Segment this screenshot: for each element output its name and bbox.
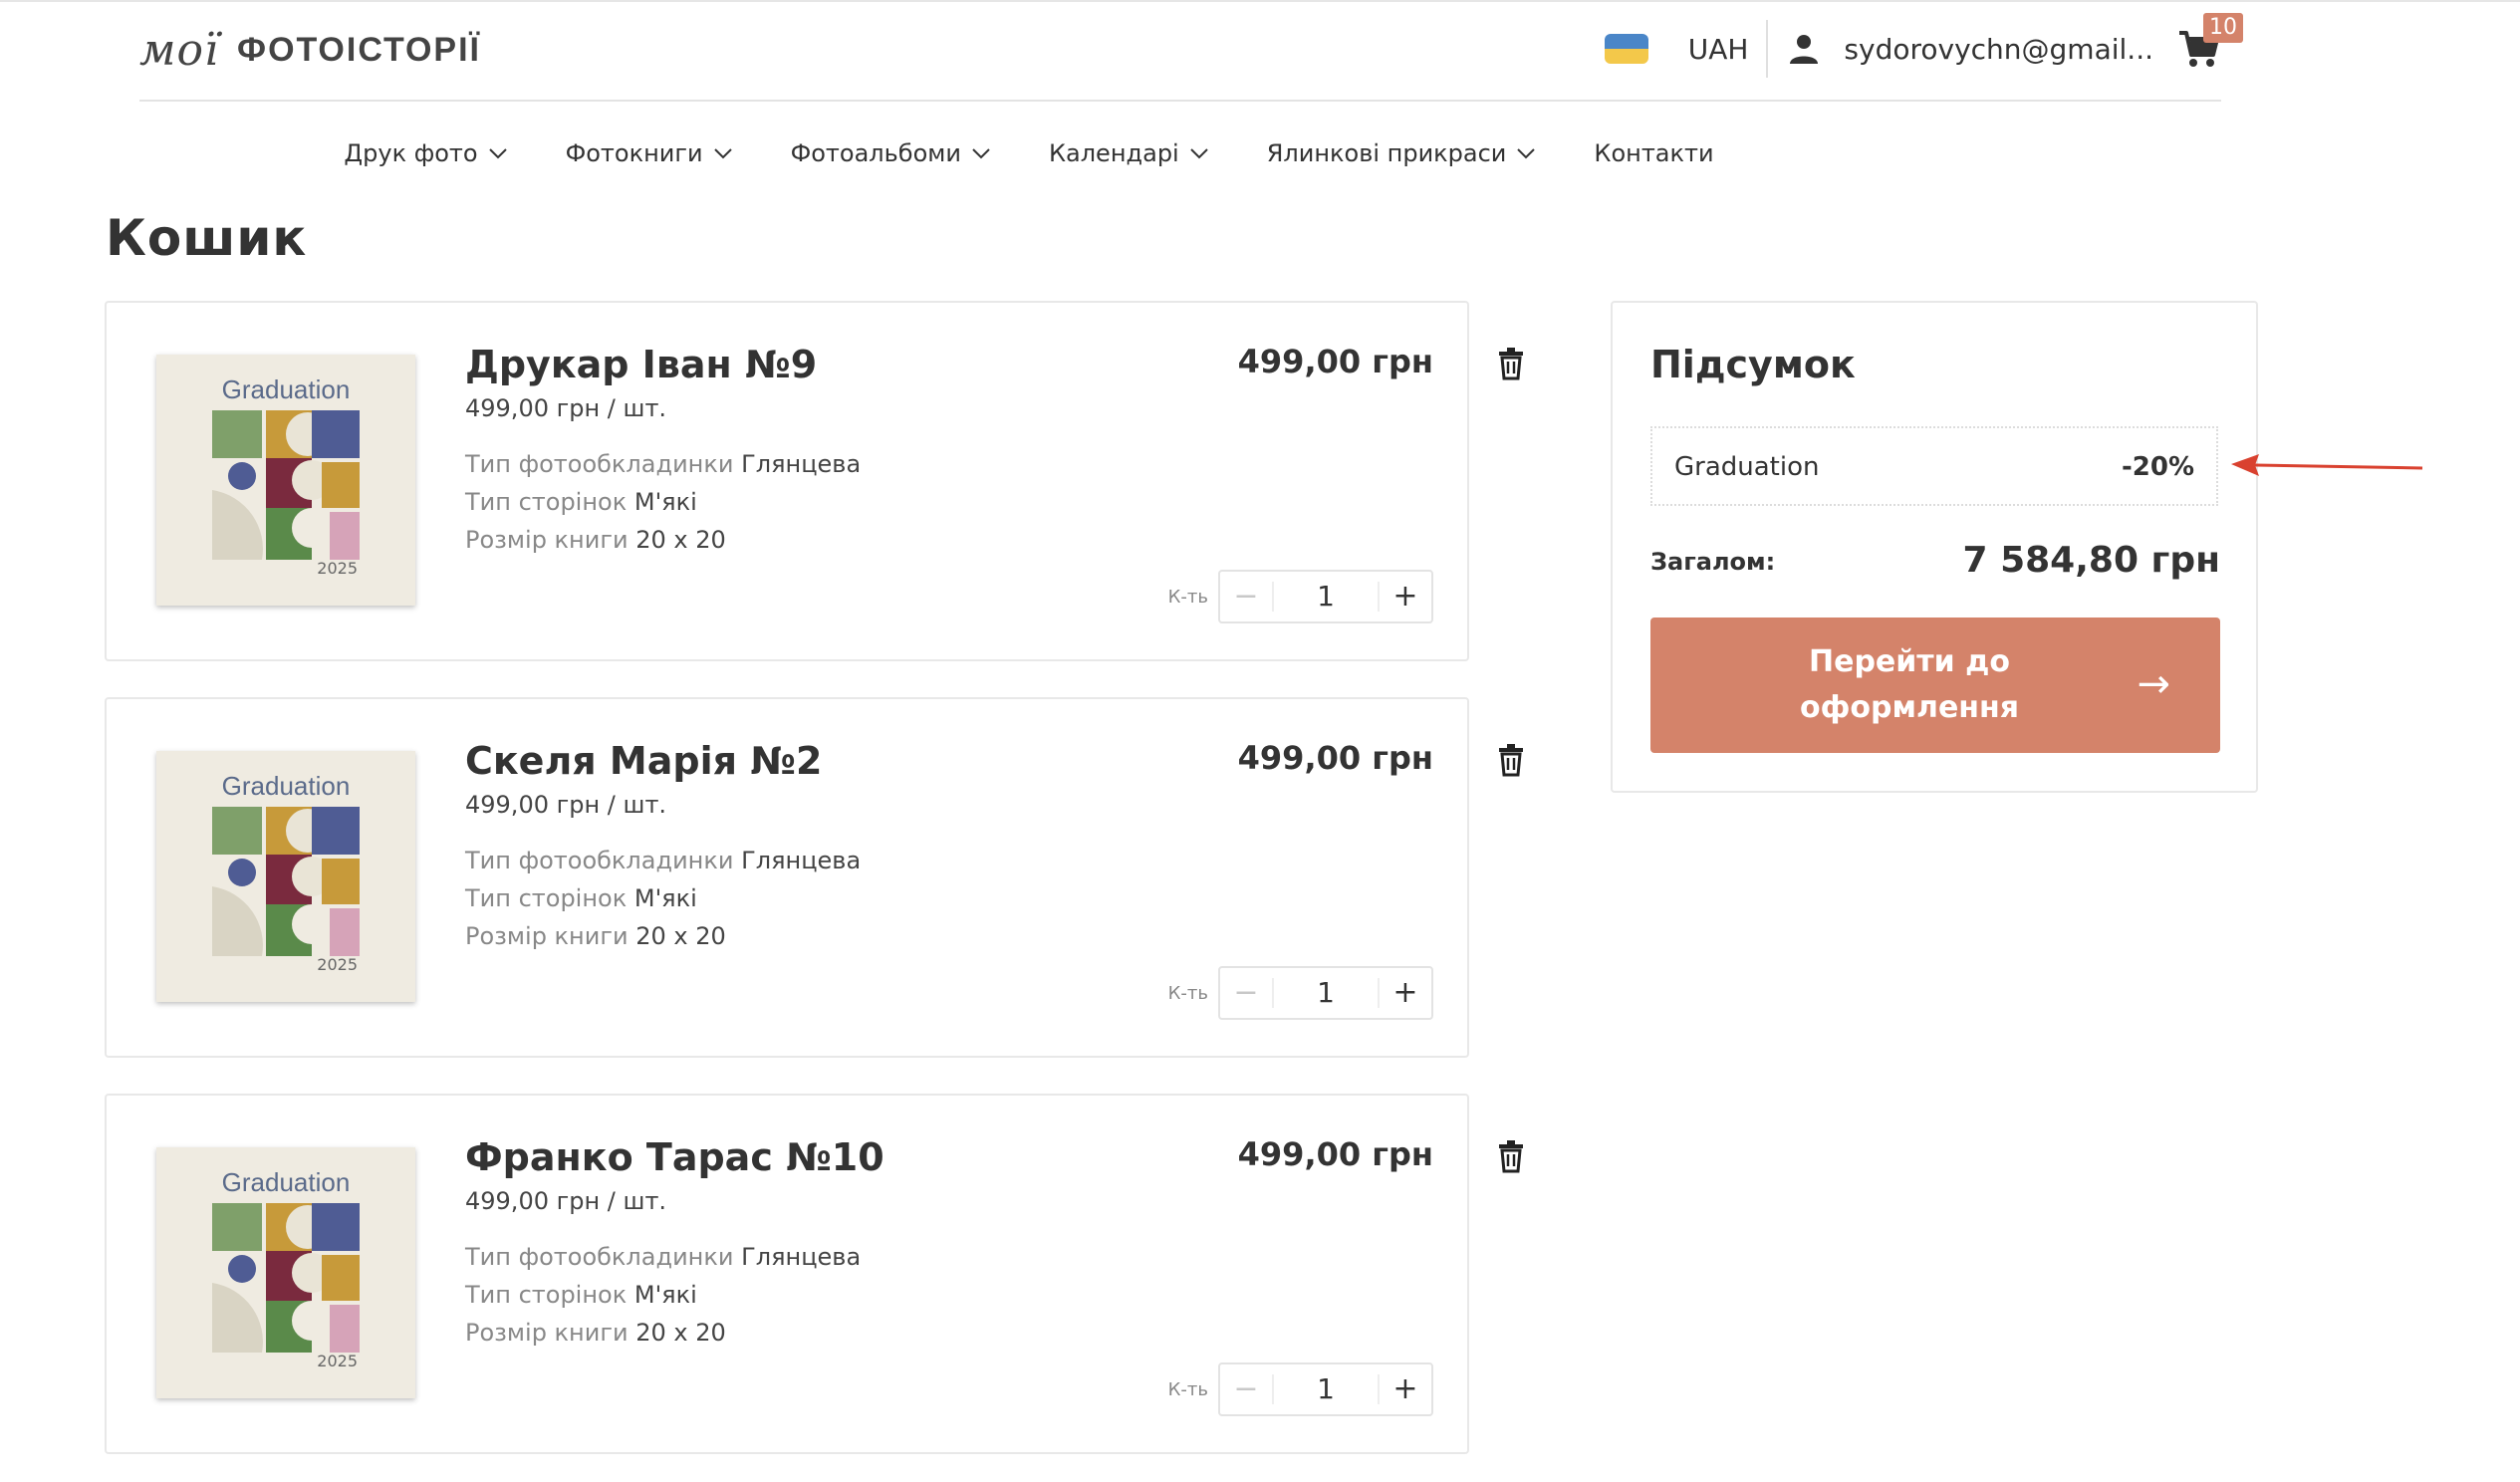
quantity-input[interactable]: 1 xyxy=(1272,1374,1380,1404)
nav-item-label: Ялинкові прикраси xyxy=(1266,139,1507,167)
checkout-label: Перейти до оформлення xyxy=(1799,644,2020,725)
main-nav: Друк фото Фотокниги Фотоальбоми Календар… xyxy=(0,139,2058,167)
promo-code-row: Graduation -20% xyxy=(1650,426,2218,506)
summary-title: Підсумок xyxy=(1650,343,1856,386)
thumbnail-title: Graduation xyxy=(221,374,351,404)
decrement-button[interactable]: − xyxy=(1220,970,1272,1016)
quantity-control: К-ть − 1 + xyxy=(1168,1362,1433,1416)
total-value: 7 584,80 грн xyxy=(1962,540,2221,581)
nav-item-photobooks[interactable]: Фотокниги xyxy=(566,139,733,167)
quantity-control: К-ть − 1 + xyxy=(1168,966,1433,1020)
quantity-stepper: − 1 + xyxy=(1218,966,1433,1020)
cart-button[interactable]: 10 xyxy=(2177,13,2243,71)
graduation-cover-art xyxy=(212,1203,360,1353)
header-actions: UAH sydorovychn@gmail... 10 xyxy=(1604,13,2243,84)
nav-item-label: Контакти xyxy=(1594,139,1714,167)
graduation-cover-art xyxy=(212,807,360,956)
quantity-label: К-ть xyxy=(1167,982,1208,1004)
product-thumbnail[interactable]: Graduation 2025 xyxy=(156,355,415,606)
quantity-label: К-ть xyxy=(1167,1378,1208,1400)
quantity-control: К-ть − 1 + xyxy=(1168,570,1433,623)
currency-selector[interactable]: UAH xyxy=(1688,33,1749,66)
account-email[interactable]: sydorovychn@gmail... xyxy=(1844,33,2153,66)
chevron-down-icon xyxy=(972,148,990,159)
item-option-pages: Тип сторінок М'які xyxy=(465,488,697,516)
arrow-right-icon: → xyxy=(2137,661,2170,707)
total-label: Загалом: xyxy=(1650,548,1776,576)
annotation-arrow-icon xyxy=(2231,454,2423,476)
item-option-size: Розмір книги 20 х 20 xyxy=(465,922,726,950)
chevron-down-icon xyxy=(1190,148,1208,159)
promo-code-name: Graduation xyxy=(1674,452,1820,482)
item-option-size: Розмір книги 20 х 20 xyxy=(465,1319,726,1347)
checkout-button[interactable]: Перейти до оформлення → xyxy=(1650,618,2220,753)
nav-item-label: Фотокниги xyxy=(565,139,703,167)
cart-count-badge: 10 xyxy=(2203,13,2243,43)
promo-discount: -20% xyxy=(2121,452,2194,482)
item-name[interactable]: Друкар Іван №9 xyxy=(465,343,817,386)
flag-ua-icon[interactable] xyxy=(1604,34,1648,64)
item-name[interactable]: Франко Тарас №10 xyxy=(465,1135,884,1179)
user-icon[interactable] xyxy=(1788,33,1820,65)
product-thumbnail[interactable]: Graduation 2025 xyxy=(156,1147,415,1398)
thumbnail-year: 2025 xyxy=(317,1352,358,1370)
chevron-down-icon xyxy=(488,148,507,159)
item-option-cover: Тип фотообкладинки Глянцева xyxy=(465,847,862,874)
nav-item-label: Фотоальбоми xyxy=(790,139,961,167)
quantity-label: К-ть xyxy=(1167,586,1208,608)
item-option-size: Розмір книги 20 х 20 xyxy=(465,526,726,554)
logo-script: мої xyxy=(139,24,220,76)
item-name[interactable]: Скеля Марія №2 xyxy=(465,739,822,783)
thumbnail-year: 2025 xyxy=(317,955,358,974)
nav-item-calendars[interactable]: Календарі xyxy=(1049,139,1209,167)
item-price: 499,00 грн xyxy=(1237,1135,1433,1173)
site-header: мої ФОТОІСТОРІЇ UAH sydorovychn@gmail...… xyxy=(139,0,2243,102)
order-summary: Підсумок Graduation -20% Загалом: 7 584,… xyxy=(1611,301,2258,793)
increment-button[interactable]: + xyxy=(1380,970,1431,1016)
quantity-input[interactable]: 1 xyxy=(1272,582,1380,612)
thumbnail-year: 2025 xyxy=(317,559,358,578)
decrement-button[interactable]: − xyxy=(1220,1366,1272,1412)
nav-item-photoalbums[interactable]: Фотоальбоми xyxy=(791,139,991,167)
decrement-button[interactable]: − xyxy=(1220,574,1272,619)
chevron-down-icon xyxy=(1517,148,1536,159)
thumbnail-title: Graduation xyxy=(221,1167,351,1197)
quantity-stepper: − 1 + xyxy=(1218,570,1433,623)
item-unit-price: 499,00 грн / шт. xyxy=(465,791,667,819)
nav-item-label: Календарі xyxy=(1048,139,1179,167)
site-logo[interactable]: мої ФОТОІСТОРІЇ xyxy=(139,22,481,78)
cart-item: Graduation 2025 Франко Тарас №10 499,00 … xyxy=(105,1094,1469,1454)
nav-item-label: Друк фото xyxy=(344,139,478,167)
increment-button[interactable]: + xyxy=(1380,574,1431,619)
nav-item-photo-print[interactable]: Друк фото xyxy=(344,139,507,167)
product-thumbnail[interactable]: Graduation 2025 xyxy=(156,751,415,1002)
item-unit-price: 499,00 грн / шт. xyxy=(465,394,667,422)
thumbnail-title: Graduation xyxy=(221,771,351,801)
quantity-stepper: − 1 + xyxy=(1218,1362,1433,1416)
item-unit-price: 499,00 грн / шт. xyxy=(465,1187,667,1215)
item-price: 499,00 грн xyxy=(1237,739,1433,777)
chevron-down-icon xyxy=(713,148,732,159)
item-option-cover: Тип фотообкладинки Глянцева xyxy=(465,450,862,478)
logo-text: ФОТОІСТОРІЇ xyxy=(237,30,481,69)
page-title: Кошик xyxy=(106,209,308,267)
cart-item: Graduation 2025 Друкар Іван №9 499,00 гр… xyxy=(105,301,1469,661)
graduation-cover-art xyxy=(212,410,360,560)
item-option-pages: Тип сторінок М'які xyxy=(465,1281,697,1309)
increment-button[interactable]: + xyxy=(1380,1366,1431,1412)
trash-icon[interactable] xyxy=(1496,347,1526,380)
item-price: 499,00 грн xyxy=(1237,343,1433,380)
cart-item: Graduation 2025 Скеля Марія №2 499,00 гр… xyxy=(105,697,1469,1058)
quantity-input[interactable]: 1 xyxy=(1272,978,1380,1008)
item-option-pages: Тип сторінок М'які xyxy=(465,884,697,912)
page: мої ФОТОІСТОРІЇ UAH sydorovychn@gmail...… xyxy=(0,0,2520,1482)
header-divider xyxy=(1766,20,1769,78)
nav-item-contacts[interactable]: Контакти xyxy=(1594,139,1713,167)
trash-icon[interactable] xyxy=(1496,743,1526,777)
nav-item-christmas-decorations[interactable]: Ялинкові прикраси xyxy=(1267,139,1537,167)
trash-icon[interactable] xyxy=(1496,1139,1526,1173)
item-option-cover: Тип фотообкладинки Глянцева xyxy=(465,1243,862,1271)
